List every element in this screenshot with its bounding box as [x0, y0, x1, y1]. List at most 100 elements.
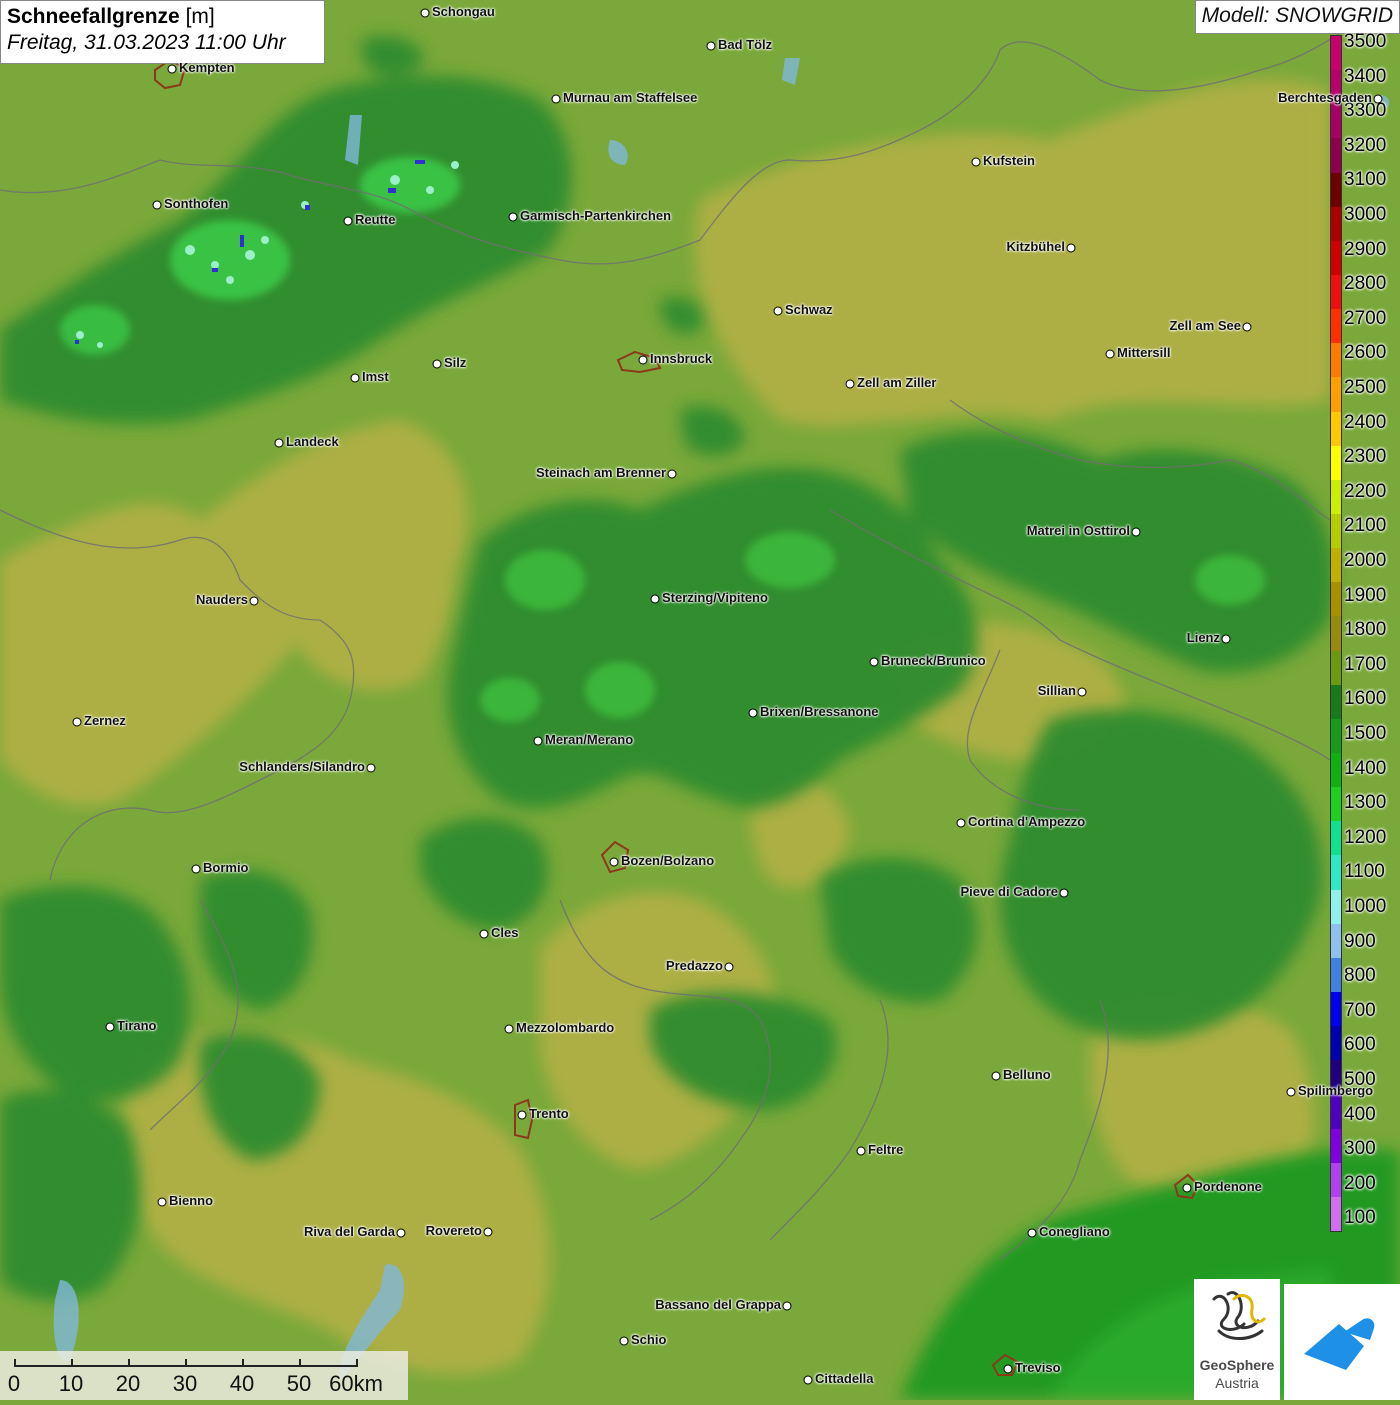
city-label: Murnau am Staffelsee — [563, 90, 698, 105]
city-label: Kempten — [179, 60, 235, 75]
city-dot-icon — [533, 736, 543, 746]
city-label: Belluno — [1003, 1067, 1051, 1082]
city-label: Pordenone — [1194, 1179, 1262, 1194]
legend-swatch — [1331, 616, 1341, 651]
legend-swatch — [1331, 855, 1341, 890]
scale-label: 10 — [58, 1371, 84, 1396]
city-label: Zell am See — [1169, 318, 1241, 333]
legend-swatch — [1331, 582, 1341, 617]
legend-label: 1300 — [1344, 792, 1387, 814]
city-dot-icon — [650, 594, 660, 604]
city-label: Matrei in Osttirol — [1026, 523, 1130, 538]
city-dot-icon — [191, 864, 201, 874]
legend-swatch — [1331, 445, 1341, 480]
legend-label: 1100 — [1344, 861, 1385, 883]
legend-label: 1400 — [1344, 757, 1387, 779]
city-dot-icon — [420, 8, 430, 18]
city-dot-icon — [157, 1197, 167, 1207]
legend-label: 2000 — [1344, 550, 1387, 571]
city-label: Silz — [444, 355, 467, 370]
city-label: Berchtesgaden — [1278, 90, 1372, 105]
city-label: Treviso — [1015, 1360, 1061, 1375]
city-label: Schlanders/Silandro — [239, 759, 365, 774]
city-dot-icon — [803, 1375, 813, 1385]
city-dot-icon — [432, 359, 442, 369]
city-label: Zernez — [84, 713, 126, 728]
scale-label: 40 — [229, 1371, 255, 1396]
legend-label: 300 — [1344, 1138, 1376, 1160]
legend-swatch — [1331, 1094, 1341, 1129]
city-label: Garmisch-Partenkirchen — [520, 208, 672, 223]
city-label: Sonthofen — [164, 196, 229, 211]
legend-label: 1900 — [1344, 584, 1387, 606]
city-dot-icon — [706, 41, 716, 51]
legend-label: 1500 — [1344, 723, 1387, 744]
legend-label: 2900 — [1344, 238, 1387, 260]
city-label: Imst — [362, 369, 389, 384]
legend-swatch — [1331, 36, 1341, 71]
city-dot-icon — [1242, 322, 1252, 332]
city-dot-icon — [619, 1336, 629, 1346]
city-dot-icon — [1059, 888, 1069, 898]
city-dot-icon — [72, 717, 82, 727]
city-dot-icon — [167, 64, 177, 74]
legend-swatch — [1331, 821, 1341, 856]
legend-swatch — [1331, 1196, 1341, 1231]
city-dot-icon — [105, 1022, 115, 1032]
city-label: Sillian — [1037, 683, 1076, 698]
city-label: Sterzing/Vipiteno — [662, 590, 768, 605]
city-dot-icon — [508, 212, 518, 222]
city-dot-icon — [396, 1228, 406, 1238]
legend-swatch — [1331, 172, 1341, 207]
city-label: Bruneck/Brunico — [881, 653, 986, 668]
legend-label: 1000 — [1344, 896, 1387, 917]
legend-label: 1800 — [1344, 619, 1387, 641]
map-datetime: Freitag, 31.03.2023 11:00 Uhr — [7, 31, 286, 54]
city-label: Bassano del Grappa — [655, 1297, 781, 1312]
scale-label: 30 — [172, 1371, 198, 1396]
city-label: Riva del Garda — [303, 1224, 395, 1239]
city-label: Tirano — [117, 1018, 157, 1033]
city-dot-icon — [856, 1146, 866, 1156]
legend-swatch — [1331, 1162, 1341, 1197]
city-label: Conegliano — [1039, 1224, 1110, 1239]
legend-swatch — [1331, 479, 1341, 514]
legend-label: 3500 — [1344, 31, 1387, 52]
scale-bar: 0 10 20 30 40 50 60km — [0, 1351, 408, 1400]
city-dot-icon — [504, 1024, 514, 1034]
city-dot-icon — [343, 216, 353, 226]
city-label: Brixen/Bressanone — [760, 704, 879, 719]
legend-swatch — [1331, 957, 1341, 992]
scale-label: 60km — [329, 1371, 383, 1396]
city-dot-icon — [956, 818, 966, 828]
title-unit: [m] — [185, 5, 215, 28]
legend-label: 900 — [1344, 930, 1376, 952]
legend-swatch — [1331, 889, 1341, 924]
legend-label: 700 — [1344, 999, 1376, 1021]
scale-tick — [299, 1359, 301, 1367]
legend-label: 100 — [1344, 1207, 1376, 1229]
legend-color-bar — [1330, 35, 1342, 1232]
legend-swatch — [1331, 991, 1341, 1027]
legend-label: 2800 — [1344, 273, 1387, 295]
city-label: Predazzo — [665, 958, 723, 973]
map-title: Schneefallgrenze [m] — [7, 5, 318, 29]
app-logo-icon — [1304, 1318, 1375, 1370]
city-label: Cittadella — [815, 1371, 874, 1386]
legend-label: 3400 — [1344, 65, 1387, 87]
city-dot-icon — [971, 157, 981, 167]
geosphere-logo-text: GeoSphere — [1199, 1357, 1275, 1373]
legend-swatch — [1331, 752, 1341, 788]
city-dot-icon — [1003, 1364, 1013, 1374]
legend-label: 3100 — [1344, 169, 1387, 191]
city-label: Rovereto — [425, 1223, 482, 1238]
city-dot-icon — [366, 763, 376, 773]
city-dot-icon — [845, 379, 855, 389]
city-dot-icon — [1027, 1228, 1037, 1238]
legend-swatch — [1331, 684, 1341, 719]
legend-swatch — [1331, 1128, 1341, 1163]
city-label: Landeck — [286, 434, 339, 449]
geosphere-austria-logo: GeoSphere Austria — [1194, 1279, 1280, 1400]
city-dot-icon — [638, 355, 648, 365]
city-label: Cortina d'Ampezzo — [968, 814, 1086, 829]
